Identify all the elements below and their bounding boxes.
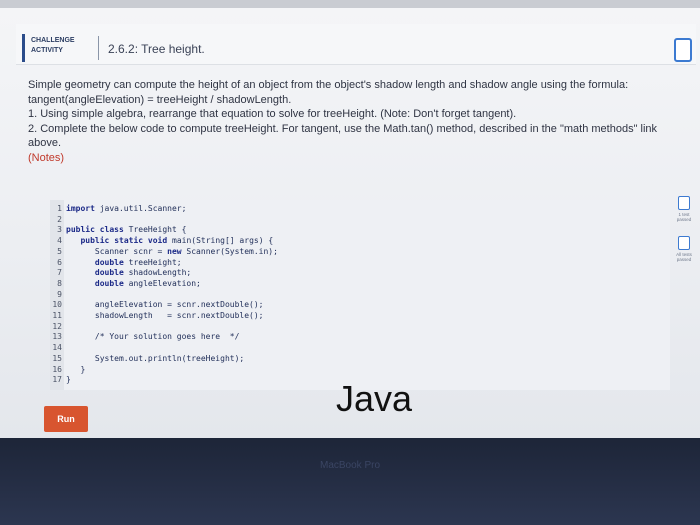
test-1-label: 1 test passed bbox=[676, 212, 692, 222]
code-text[interactable]: } bbox=[66, 375, 71, 385]
instruction-p4: 2. Complete the below code to compute tr… bbox=[28, 122, 658, 135]
line-number: 7 bbox=[57, 268, 62, 278]
test-status: 1 test passed All tests passed bbox=[672, 196, 696, 276]
instruction-p2: tangent(angleElevation) = treeHeight / s… bbox=[28, 93, 292, 106]
line-number: 2 bbox=[57, 214, 62, 224]
code-line[interactable]: 10 angleElevation = scnr.nextDouble(); bbox=[50, 300, 670, 310]
completion-checkbox-icon bbox=[674, 38, 692, 62]
line-number: 14 bbox=[52, 343, 62, 353]
run-button[interactable]: Run bbox=[44, 406, 88, 432]
badge-line2: ACTIVITY bbox=[31, 47, 63, 54]
code-line[interactable]: 15 System.out.println(treeHeight); bbox=[50, 354, 670, 364]
code-text[interactable]: import java.util.Scanner; bbox=[66, 204, 186, 214]
code-text[interactable]: Scanner scnr = new Scanner(System.in); bbox=[66, 247, 278, 257]
code-line[interactable]: 16 } bbox=[50, 365, 670, 375]
test-1-checkbox-icon bbox=[678, 196, 690, 210]
code-line[interactable]: 3 public class TreeHeight { bbox=[50, 225, 670, 235]
line-number: 1 bbox=[57, 204, 62, 213]
line-number: 10 bbox=[52, 300, 62, 310]
code-text[interactable]: public class TreeHeight { bbox=[66, 225, 186, 235]
activity-title: 2.6.2: Tree height. bbox=[108, 42, 205, 56]
code-line[interactable]: 13 /* Your solution goes here */ bbox=[50, 332, 670, 342]
line-number: 17 bbox=[52, 375, 62, 385]
code-line[interactable]: 6 double treeHeight; bbox=[50, 258, 670, 268]
code-text[interactable]: /* Your solution goes here */ bbox=[66, 332, 240, 342]
code-text[interactable]: } bbox=[66, 365, 85, 375]
line-number: 4 bbox=[57, 236, 62, 246]
test-2-checkbox-icon bbox=[678, 236, 690, 250]
screen: CHALLENGE ACTIVITY 2.6.2: Tree height. S… bbox=[0, 8, 700, 438]
code-text[interactable]: double treeHeight; bbox=[66, 258, 182, 268]
line-number: 6 bbox=[57, 257, 62, 267]
code-text[interactable]: public static void main(String[] args) { bbox=[66, 236, 273, 246]
code-text[interactable]: angleElevation = scnr.nextDouble(); bbox=[66, 300, 264, 310]
header-divider bbox=[98, 36, 99, 60]
test-2-label: All tests passed bbox=[676, 252, 692, 262]
line-number: 8 bbox=[57, 278, 62, 288]
code-line[interactable]: 12 bbox=[50, 322, 670, 332]
instruction-p1: Simple geometry can compute the height o… bbox=[28, 79, 629, 91]
code-line[interactable]: 8 double angleElevation; bbox=[50, 279, 670, 289]
challenge-header: CHALLENGE ACTIVITY 2.6.2: Tree height. bbox=[16, 24, 696, 65]
code-line[interactable]: 2 bbox=[50, 215, 670, 225]
notes-link[interactable]: (Notes) bbox=[28, 151, 668, 166]
code-line[interactable]: 7 double shadowLength; bbox=[50, 268, 670, 278]
code-line[interactable]: 5 Scanner scnr = new Scanner(System.in); bbox=[50, 247, 670, 257]
line-number: 3 bbox=[57, 225, 62, 235]
line-number: 12 bbox=[52, 321, 62, 331]
laptop-bezel bbox=[0, 438, 700, 525]
line-number: 15 bbox=[52, 353, 62, 363]
line-number: 16 bbox=[52, 364, 62, 374]
challenge-badge: CHALLENGE ACTIVITY bbox=[22, 34, 84, 62]
instruction-p3: 1. Using simple algebra, rearrange that … bbox=[28, 108, 517, 120]
line-number: 11 bbox=[52, 311, 62, 320]
code-line[interactable]: 1 import java.util.Scanner; bbox=[50, 204, 670, 214]
java-overlay-text: Java bbox=[336, 378, 413, 419]
line-number: 9 bbox=[57, 289, 62, 299]
code-line[interactable]: 11 shadowLength = scnr.nextDouble(); bbox=[50, 311, 670, 321]
instruction-p5: above. bbox=[28, 137, 62, 149]
code-line[interactable]: 9 bbox=[50, 290, 670, 300]
code-text[interactable]: double angleElevation; bbox=[66, 279, 201, 289]
laptop-brand-label: MacBook Pro bbox=[320, 460, 381, 471]
badge-line1: CHALLENGE bbox=[31, 37, 75, 44]
code-editor[interactable]: 1 import java.util.Scanner; 2 3 public class… bbox=[50, 200, 670, 390]
code-text[interactable]: System.out.println(treeHeight); bbox=[66, 354, 244, 364]
code-line[interactable]: 4 public static void main(String[] args)… bbox=[50, 236, 670, 246]
code-text[interactable]: double shadowLength; bbox=[66, 268, 191, 278]
instructions: Simple geometry can compute the height o… bbox=[28, 78, 668, 165]
line-number: 13 bbox=[52, 332, 62, 342]
code-text[interactable]: shadowLength = scnr.nextDouble(); bbox=[66, 311, 264, 321]
line-number: 5 bbox=[57, 246, 62, 256]
code-line[interactable]: 14 bbox=[50, 343, 670, 353]
